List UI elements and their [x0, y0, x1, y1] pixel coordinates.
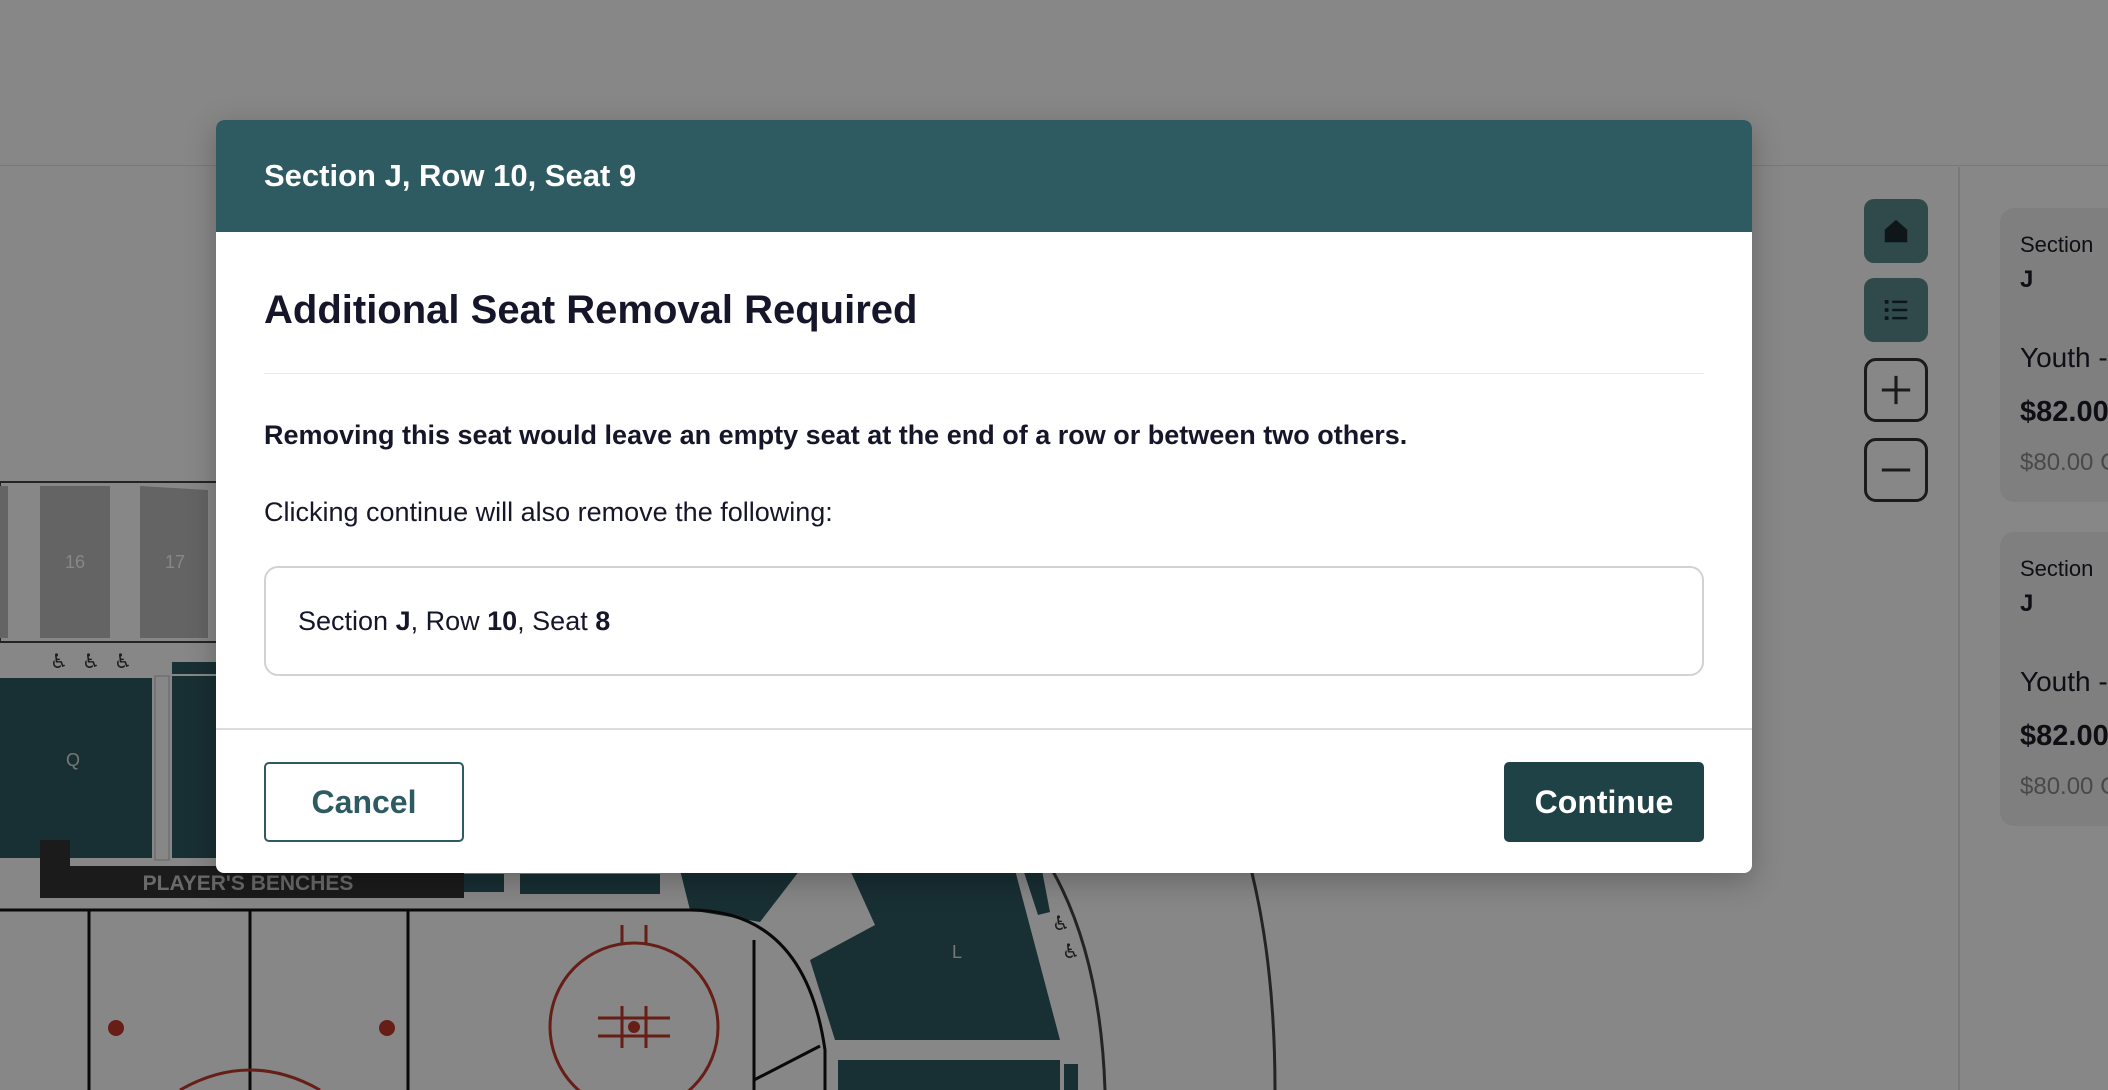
removal-seat-item: Section J, Row 10, Seat 8 [264, 566, 1704, 676]
removal-section-label: Section [298, 605, 396, 636]
seat-removal-dialog: Section J, Row 10, Seat 9 Additional Sea… [216, 120, 1752, 873]
removal-row: 10 [487, 605, 518, 636]
dialog-warning: Removing this seat would leave an empty … [264, 420, 1408, 450]
removal-section: J [395, 605, 411, 636]
removal-seat-label: , Seat [517, 605, 596, 636]
removal-seat: 8 [595, 605, 611, 636]
continue-button[interactable]: Continue [1504, 762, 1704, 842]
cancel-button[interactable]: Cancel [264, 762, 464, 842]
dialog-title: Additional Seat Removal Required [264, 288, 918, 332]
title-divider [264, 373, 1704, 374]
dialog-info: Clicking continue will also remove the f… [264, 497, 833, 527]
dialog-header-title: Section J, Row 10, Seat 9 [264, 158, 637, 193]
removal-row-label: , Row [410, 605, 488, 636]
dialog-body: Additional Seat Removal Required Removin… [216, 288, 1752, 676]
footer-divider [216, 728, 1752, 730]
dialog-header: Section J, Row 10, Seat 9 [216, 120, 1752, 232]
